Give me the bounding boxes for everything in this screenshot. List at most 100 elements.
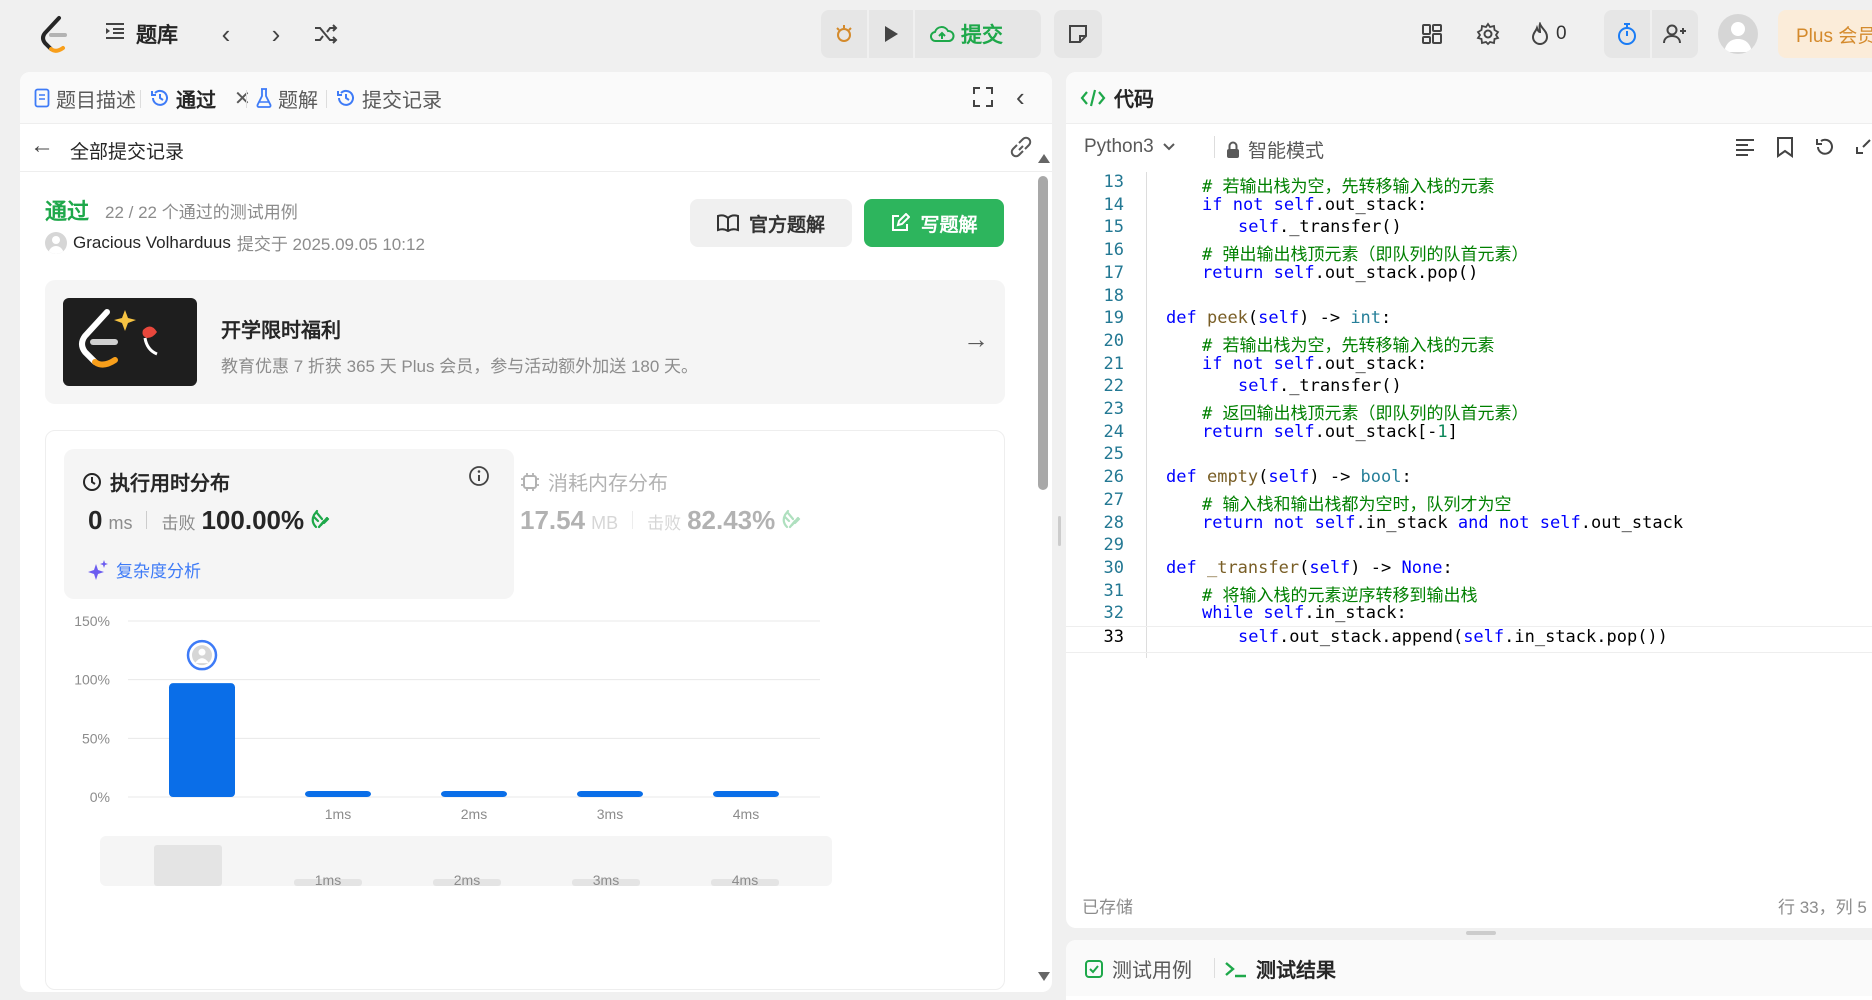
flask-icon	[256, 88, 272, 108]
line-code: # 弹出输出栈顶元素（即队列的队首元素）	[1202, 245, 1529, 266]
memory-beat-value: 82.43%	[687, 505, 776, 535]
promo-arrow-icon[interactable]: →	[963, 324, 989, 355]
official-solution-label: 官方题解	[748, 214, 825, 236]
prev-problem-icon[interactable]: ‹	[208, 16, 244, 52]
share-link-icon[interactable]	[1008, 136, 1034, 163]
line-code: self._transfer()	[1238, 376, 1402, 397]
line-number: 29	[1103, 535, 1124, 556]
vertical-resize-handle[interactable]	[1058, 516, 1061, 546]
reset-code-icon[interactable]	[1814, 136, 1836, 163]
next-problem-icon[interactable]: ›	[258, 16, 294, 52]
user-avatar[interactable]	[1718, 14, 1758, 54]
minimap-bar	[154, 845, 222, 886]
submit-label: 提交	[961, 24, 1003, 47]
runtime-unit: ms	[108, 513, 133, 533]
runtime-value: 0	[88, 505, 103, 535]
language-select[interactable]: Python3	[1084, 136, 1176, 158]
code-toolbar: Python3 智能模式	[1066, 124, 1872, 172]
line-number: 27	[1103, 489, 1124, 510]
close-tab-icon[interactable]: ✕	[234, 86, 251, 111]
stats-box: 执行用时分布 0 ms 击败 100.00% 复杂度分析 消耗内存分布 17.5…	[45, 430, 1005, 990]
collapse-editor-icon[interactable]	[1854, 138, 1872, 161]
smart-mode-label: 智能模式	[1248, 141, 1325, 162]
tab-testcase[interactable]: 测试用例	[1084, 954, 1192, 983]
info-icon[interactable]	[468, 465, 490, 492]
submit-button[interactable]: 提交	[915, 10, 1017, 58]
collapse-panel-icon[interactable]: ‹	[1016, 82, 1025, 113]
user-avatar-small[interactable]	[45, 231, 67, 254]
cursor-position: 行 33，列 5	[1778, 897, 1867, 917]
bookmark-icon[interactable]	[1776, 136, 1794, 163]
tab-test-result[interactable]: 测试结果	[1224, 954, 1336, 983]
line-number: 26	[1103, 467, 1124, 488]
memory-unit: MB	[591, 513, 619, 533]
write-solution-label: 写题解	[920, 214, 978, 236]
tab-testcase-label: 测试用例	[1112, 960, 1192, 982]
tab-test-result-label: 测试结果	[1256, 960, 1336, 982]
chart-bar	[713, 791, 779, 797]
code-editor[interactable]: 13 # 若输出栈为空，先转移输入栈的元素 14 if not self.out_st…	[1066, 172, 1872, 802]
runtime-card[interactable]: 执行用时分布 0 ms 击败 100.00% 复杂度分析	[64, 449, 514, 599]
run-button[interactable]	[869, 10, 913, 58]
runtime-beat-value: 100.00%	[201, 505, 305, 535]
problem-list-button[interactable]: 题库	[104, 18, 178, 50]
checkbox-icon	[1085, 959, 1103, 978]
problem-list-label: 题库	[136, 24, 178, 47]
fire-icon	[1531, 22, 1549, 45]
note-button[interactable]	[1054, 10, 1102, 58]
line-code: # 若输出栈为空，先转移输入栈的元素	[1202, 177, 1495, 197]
minimap-label: 2ms	[454, 872, 480, 888]
line-number: 23	[1103, 399, 1124, 419]
code-line[interactable]: 33 self.out_stack.append(self.in_stack.po…	[1066, 626, 1872, 653]
settings-gear-icon[interactable]	[1470, 16, 1506, 52]
tab-submissions[interactable]: 提交记录	[336, 82, 442, 114]
line-number: 30	[1103, 557, 1124, 578]
runtime-title: 执行用时分布	[110, 473, 230, 495]
chip-icon	[521, 472, 539, 491]
shuffle-icon[interactable]	[308, 16, 344, 52]
submitter-name[interactable]: Gracious Volharduus	[73, 233, 231, 253]
panel-resize-handle[interactable]	[1466, 931, 1496, 935]
smart-mode-toggle[interactable]: 智能模式	[1226, 136, 1324, 163]
memory-card[interactable]: 消耗内存分布 17.54 MB 击败 82.43%	[520, 449, 980, 599]
user-marker-head	[198, 648, 206, 656]
x-tick-label: 3ms	[597, 806, 623, 822]
tab-accepted[interactable]: 通过 ✕	[150, 82, 251, 114]
memory-beat-label: 击败	[647, 514, 682, 533]
chart-bar	[305, 791, 371, 797]
promo-banner[interactable]: 开学限时福利 教育优惠 7 折获 365 天 Plus 会员，参与活动额外加送 …	[45, 280, 1005, 404]
stopwatch-icon[interactable]	[1604, 10, 1650, 58]
fullscreen-icon[interactable]	[972, 86, 994, 113]
all-submissions-link[interactable]: 全部提交记录	[70, 137, 184, 164]
chart-bar	[577, 791, 643, 797]
memory-value-row: 17.54 MB 击败 82.43%	[520, 505, 803, 536]
back-arrow-icon[interactable]: ←	[30, 132, 54, 160]
left-scrollbar[interactable]	[1036, 154, 1050, 984]
code-panel: 代码 Python3 智能模式 13 # 若输出栈为空，先转移输入栈的元素 14 if…	[1066, 72, 1872, 928]
promo-image	[63, 298, 197, 386]
tab-solutions[interactable]: 题解	[256, 82, 318, 114]
minimap-label: 4ms	[732, 872, 758, 888]
x-tick-label: 2ms	[461, 806, 487, 822]
write-solution-button[interactable]: 写题解	[864, 199, 1004, 247]
streak-counter[interactable]: 0	[1530, 16, 1567, 52]
official-solution-button[interactable]: 官方题解	[690, 199, 852, 247]
x-tick-label: 4ms	[733, 806, 759, 822]
leetcode-logo-icon[interactable]	[30, 12, 78, 56]
plus-membership-button[interactable]: Plus 会员	[1778, 10, 1872, 58]
tab-description-label: 题目描述	[56, 89, 136, 112]
code-icon	[1080, 89, 1106, 106]
add-friend-icon[interactable]	[1652, 10, 1698, 58]
line-code: if not self.out_stack:	[1202, 194, 1428, 215]
layout-icon[interactable]	[1414, 16, 1450, 52]
tab-description[interactable]: 题目描述	[34, 82, 136, 114]
line-number: 21	[1103, 353, 1124, 374]
complexity-analysis-link[interactable]: 复杂度分析	[88, 557, 201, 582]
line-number: 22	[1103, 376, 1124, 397]
format-code-icon[interactable]	[1734, 137, 1756, 162]
tab-solutions-label: 题解	[278, 89, 318, 112]
debug-icon[interactable]	[821, 10, 867, 58]
scrollbar-thumb[interactable]	[1038, 176, 1048, 490]
line-code: return self.out_stack[-1]	[1202, 421, 1458, 442]
lock-icon	[1227, 141, 1239, 158]
